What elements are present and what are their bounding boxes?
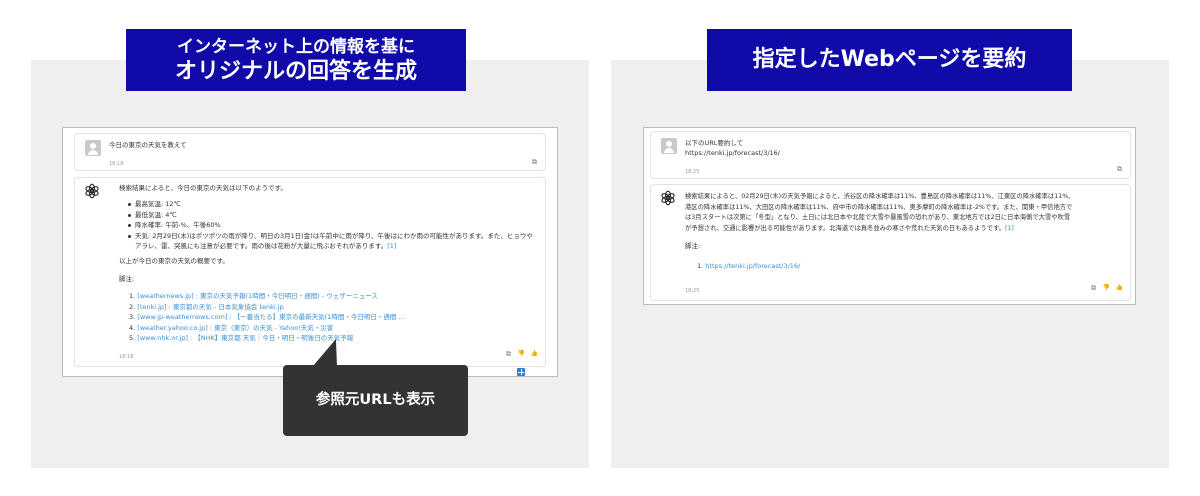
user-message-line1: 以下のURL要約して — [685, 139, 744, 147]
list-item: 天気: 2月29日(木)はポツポツの雨が降り、明日の3月1日(金)は午前中に雨が… — [127, 231, 533, 252]
message-timestamp: 18:25 — [685, 169, 700, 175]
footnote-list: 1. [weathernews.jp] : 東京の天気予報(1時間・今日明日・週… — [129, 291, 529, 344]
footnote-item: 1. https://tenki.jp/forecast/3/16/ — [697, 262, 801, 270]
ai-message-card: 検索結果によると、02月29日(木)の天気予報によると、渋谷区の降水確率は11%… — [650, 184, 1131, 301]
footnote-link[interactable]: [www.nhk.or.jp] : 【NHK】東京都 天気｜今日・明日・明後日の… — [137, 334, 353, 342]
openai-logo-icon — [661, 190, 675, 206]
list-item: 最低気温: 4℃ — [127, 210, 533, 221]
user-message-card: 今日の東京の天気を教えて 18:18 ⧉ — [74, 133, 546, 171]
openai-logo-icon — [85, 183, 99, 199]
expand-icon[interactable] — [517, 368, 525, 376]
footnote-link[interactable]: [weathernews.jp] : 東京の天気予報(1時間・今日明日・週間) … — [137, 292, 378, 300]
list-item: 2. [tenki.jp] : 東京都の天気 - 日本気象協会 tenki.jp — [129, 302, 284, 311]
user-avatar-icon — [85, 140, 101, 156]
footnote-link[interactable]: [www.jp-weathernews.com] : 【一番当たる】東京の最新天… — [137, 313, 404, 321]
bullet-text: 天気: 2月29日(木)はポツポツの雨が降り、明日の3月1日(金)は午前中に雨が… — [135, 231, 533, 251]
ai-summary-text: 検索結果によると、02月29日(木)の天気予報によると、渋谷区の降水確率は11%… — [685, 193, 1075, 232]
footnote-label: 脚注: — [119, 275, 135, 283]
footnote-ref-link[interactable]: [1] — [1005, 225, 1014, 232]
weather-bullet-list: 最高気温: 12℃ 最低気温: 4℃ 降水確率: 午前-%、午後60% 天気: … — [127, 199, 533, 252]
list-item: 3. [www.jp-weathernews.com] : 【一番当たる】東京の… — [129, 313, 405, 322]
callout-label: 参照元URLも表示 — [283, 365, 468, 436]
left-feature-banner: インターネット上の情報を基に オリジナルの回答を生成 — [126, 29, 466, 91]
left-chat-window: 今日の東京の天気を教えて 18:18 ⧉ 検索結果によると、今日の東京の天気は以… — [62, 127, 558, 377]
left-banner-line2: オリジナルの回答を生成 — [174, 59, 417, 84]
list-item: 降水確率: 午前-%、午後60% — [127, 220, 533, 231]
left-banner-line1: インターネット上の情報を基に — [177, 37, 415, 57]
footnote-ref-link[interactable]: [1] — [387, 242, 396, 250]
footnote-link[interactable]: [weather.yahoo.co.jp] : 東京（東京）の天気 - Yaho… — [137, 324, 333, 332]
ai-message-summary: 以上が今日の東京の天気の概要です。 — [119, 257, 229, 265]
thumbs-up-icon[interactable]: 👍 — [1116, 284, 1123, 292]
thumbs-up-icon[interactable]: 👍 — [531, 350, 538, 358]
footnote-link[interactable]: https://tenki.jp/forecast/3/16/ — [705, 262, 800, 270]
right-chat-window: 以下のURL要約して https://tenki.jp/forecast/3/1… — [643, 127, 1136, 305]
ai-message-card: 検索結果によると、今日の東京の天気は以下のようです。 最高気温: 12℃ 最低気… — [74, 177, 546, 367]
footnote-label: 脚注: — [685, 242, 701, 250]
thumbs-down-icon[interactable]: 👎 — [1103, 284, 1110, 292]
footnote-link[interactable]: [tenki.jp] : 東京都の天気 - 日本気象協会 tenki.jp — [137, 303, 283, 311]
list-item: 最高気温: 12℃ — [127, 199, 533, 210]
list-item: 1. [weathernews.jp] : 東京の天気予報(1時間・今日明日・週… — [129, 292, 378, 300]
copy-icon[interactable]: ⧉ — [1117, 165, 1122, 173]
user-message-text: 今日の東京の天気を教えて — [109, 141, 187, 149]
copy-icon[interactable]: ⧉ — [532, 158, 537, 166]
user-avatar-icon — [661, 138, 677, 154]
copy-icon[interactable]: ⧉ — [506, 350, 511, 358]
message-timestamp: 18:18 — [109, 161, 124, 167]
user-message-url: https://tenki.jp/forecast/3/16/ — [685, 149, 780, 157]
list-item: 4. [weather.yahoo.co.jp] : 東京（東京）の天気 - Y… — [129, 323, 334, 332]
ai-message-intro: 検索結果によると、今日の東京の天気は以下のようです。 — [119, 184, 287, 192]
message-timestamp: 18:25 — [685, 288, 700, 294]
thumbs-down-icon[interactable]: 👎 — [518, 350, 525, 358]
copy-icon[interactable]: ⧉ — [1091, 284, 1096, 292]
message-timestamp: 18:18 — [119, 354, 134, 360]
right-feature-banner: 指定したWebページを要約 — [707, 29, 1072, 91]
user-message-card: 以下のURL要約して https://tenki.jp/forecast/3/1… — [650, 131, 1131, 179]
